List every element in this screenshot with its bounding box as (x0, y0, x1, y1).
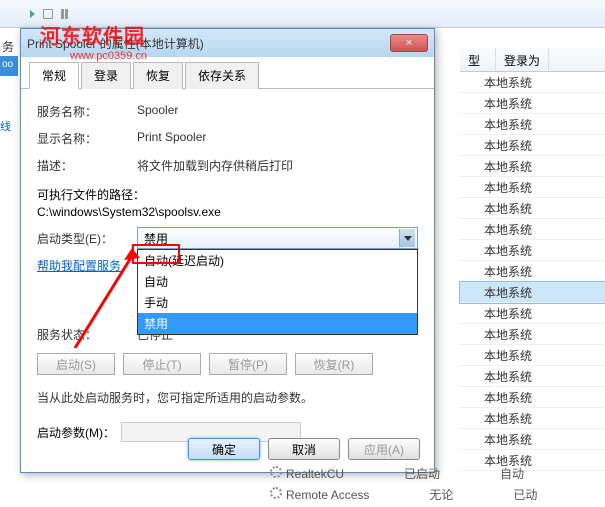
startup-current-value: 禁用 (144, 232, 168, 246)
svc-name: Remote Access (286, 488, 369, 502)
list-item[interactable]: 本地系统 (460, 177, 605, 198)
exe-path-value: C:\windows\System32\spoolsv.exe (37, 205, 418, 219)
list-item[interactable]: 本地系统 (460, 72, 605, 93)
service-status-label: 服务状态： (37, 326, 137, 343)
tab-general[interactable]: 常规 (29, 62, 79, 89)
svc-name: RealtekCU (286, 467, 344, 481)
option-manual[interactable]: 手动 (138, 292, 417, 313)
list-item[interactable]: 本地系统 (460, 303, 605, 324)
list-item[interactable]: 本地系统 (460, 408, 605, 429)
list-item[interactable]: 本地系统 (460, 324, 605, 345)
list-item[interactable]: 本地系统 (460, 282, 605, 303)
list-item[interactable]: 本地系统 (460, 114, 605, 135)
col-header-logon[interactable]: 登录为 (496, 48, 549, 71)
col-header-type[interactable]: 型 (460, 48, 496, 71)
dialog-body: 服务名称： Spooler 显示名称： Print Spooler 描述： 将文… (21, 89, 434, 456)
stop-icon[interactable] (43, 9, 53, 19)
list-item[interactable]: 本地系统 (460, 93, 605, 114)
option-auto-delayed[interactable]: 自动(延迟启动) (138, 250, 417, 271)
svc-status: 已启动 (404, 465, 440, 482)
background-services: RealtekCU 已启动 自动 Remote Access 无论 已动 (270, 463, 537, 505)
tab-logon[interactable]: 登录 (81, 62, 131, 89)
option-auto[interactable]: 自动 (138, 271, 417, 292)
resume-button: 恢复(R) (295, 353, 373, 375)
apply-button: 应用(A) (348, 438, 420, 460)
gear-icon (270, 487, 282, 499)
list-item[interactable]: 本地系统 (460, 366, 605, 387)
play-icon[interactable] (30, 10, 35, 18)
partial-bg-text: 务 (2, 38, 14, 55)
svc-type: 自动 (500, 465, 524, 482)
tab-recovery[interactable]: 恢复 (133, 62, 183, 89)
list-item[interactable]: 本地系统 (460, 387, 605, 408)
startup-type-dropdown[interactable]: 禁用 (137, 227, 418, 249)
chevron-down-icon[interactable] (399, 229, 415, 247)
watermark-text: 河东软件园 (40, 20, 145, 49)
cancel-button[interactable]: 取消 (268, 438, 340, 460)
startup-note: 当从此处启动服务时，您可指定所适用的启动参数。 (37, 389, 418, 406)
list-item[interactable]: 本地系统 (460, 219, 605, 240)
help-configure-link[interactable]: 帮助我配置服务 (37, 257, 121, 274)
tab-dependencies[interactable]: 依存关系 (185, 62, 259, 89)
list-item[interactable]: 本地系统 (460, 429, 605, 450)
start-button[interactable]: 启动(S) (37, 353, 115, 375)
gear-icon (270, 466, 282, 478)
stop-button: 停止(T) (123, 353, 201, 375)
services-list-column: 型 登录为 本地系统本地系统本地系统本地系统本地系统本地系统本地系统本地系统本地… (460, 48, 605, 471)
description-label: 描述： (37, 157, 137, 174)
watermark-url: www.pc0359.cn (70, 50, 147, 62)
service-name-label: 服务名称： (37, 103, 137, 120)
display-name-value: Print Spooler (137, 130, 418, 144)
list-item[interactable]: 本地系统 (460, 135, 605, 156)
option-disabled[interactable]: 禁用 (138, 313, 417, 334)
startup-type-label: 启动类型(E)： (37, 230, 137, 247)
list-item[interactable]: 本地系统 (460, 240, 605, 261)
close-button[interactable]: × (390, 34, 428, 52)
display-name-label: 显示名称： (37, 130, 137, 147)
service-name-value: Spooler (137, 103, 418, 117)
exe-path-label: 可执行文件的路径： (37, 186, 418, 203)
properties-dialog: Print Spooler 的属性(本地计算机) × 常规 登录 恢复 依存关系… (20, 28, 435, 473)
svc-type: 已动 (513, 486, 537, 503)
startup-dropdown-list: 自动(延迟启动) 自动 手动 禁用 (137, 249, 418, 335)
ok-button[interactable]: 确定 (188, 438, 260, 460)
svc-status: 无论 (429, 486, 453, 503)
pause-icon[interactable] (61, 9, 68, 19)
partial-link: 线 (0, 118, 11, 134)
list-item[interactable]: 本地系统 (460, 345, 605, 366)
description-value: 将文件加载到内存供稍后打印 (137, 157, 418, 174)
list-item[interactable]: 本地系统 (460, 198, 605, 219)
startup-params-label: 启动参数(M)： (37, 424, 115, 441)
list-item[interactable]: 本地系统 (460, 261, 605, 282)
list-item[interactable]: 本地系统 (460, 156, 605, 177)
pause-button: 暂停(P) (209, 353, 287, 375)
partial-tab: oo (0, 56, 18, 76)
